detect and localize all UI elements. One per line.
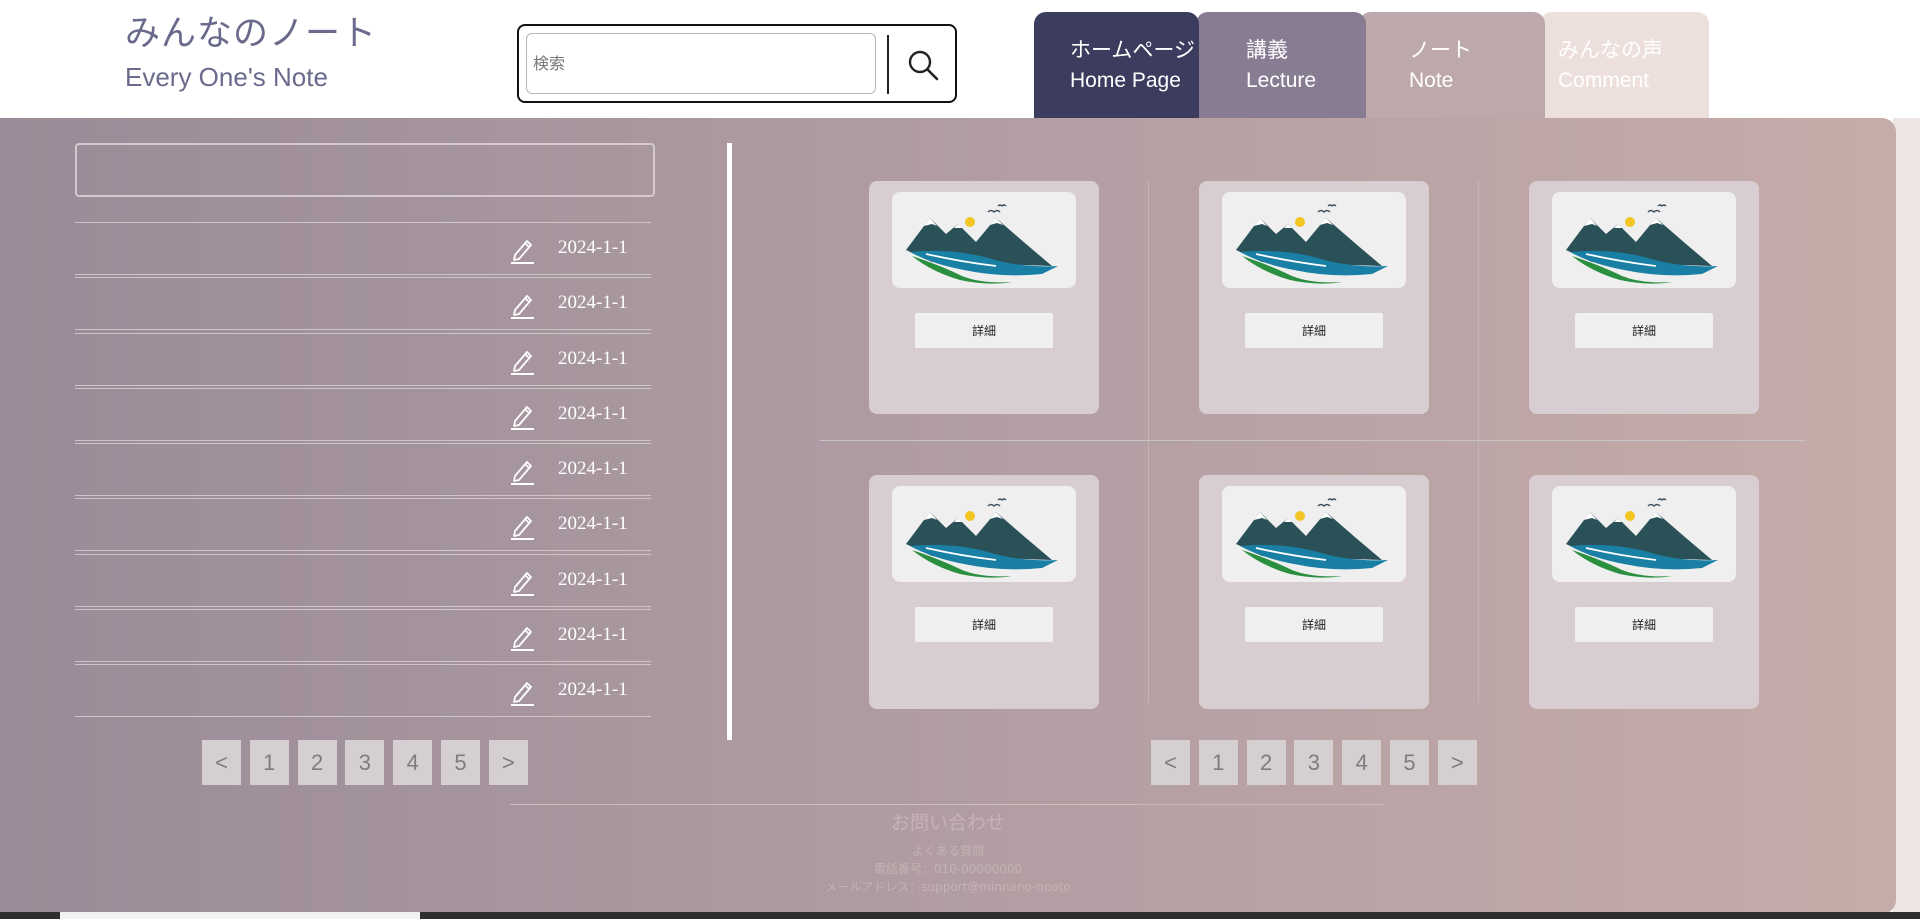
note-card-image[interactable]	[892, 192, 1076, 288]
pencil-icon[interactable]	[509, 236, 535, 264]
footer-faq-link[interactable]: よくある質問	[0, 842, 1896, 859]
pencil-icon[interactable]	[509, 678, 535, 706]
page-button-1[interactable]: 1	[249, 740, 289, 785]
mountain-lake-image	[1236, 498, 1388, 578]
list-item-date: 2024-1-1	[558, 458, 628, 479]
note-card-image[interactable]	[1552, 486, 1736, 582]
note-card: 詳細	[869, 475, 1099, 709]
page-button-4[interactable]: 4	[393, 740, 433, 785]
right-edge-strip	[1893, 118, 1920, 914]
prev-page-button[interactable]: <	[202, 740, 241, 785]
logo-title-en: Every One's Note	[125, 62, 328, 92]
logo-title-jp: みんなのノート	[125, 14, 378, 54]
list-item-date: 2024-1-1	[558, 624, 628, 645]
pencil-icon[interactable]	[509, 402, 535, 430]
tab-lecture[interactable]: 講義 Lecture	[1196, 12, 1366, 119]
grid-divider-vertical	[1148, 180, 1149, 703]
footer-phone: 電話番号：010-00000000	[873, 862, 1023, 876]
list-item-date: 2024-1-1	[558, 403, 628, 424]
list-item-date: 2024-1-1	[558, 569, 628, 590]
page-button-2[interactable]: 2	[297, 740, 337, 785]
note-title-input[interactable]	[75, 143, 655, 197]
note-card: 詳細	[1199, 181, 1429, 414]
page-button-1[interactable]: 1	[1198, 740, 1238, 785]
search-button[interactable]	[894, 35, 952, 94]
detail-button[interactable]: 詳細	[915, 313, 1053, 348]
next-page-button[interactable]: >	[488, 740, 528, 785]
pencil-icon[interactable]	[509, 457, 535, 485]
list-item-date: 2024-1-1	[558, 292, 628, 313]
page-button-3[interactable]: 3	[345, 740, 385, 785]
detail-button[interactable]: 詳細	[1245, 313, 1383, 348]
tab-comment-jp: みんなの声	[1558, 39, 1663, 62]
list-item[interactable]: 2024-1-1	[75, 388, 651, 441]
pencil-icon[interactable]	[509, 623, 535, 651]
prev-page-button[interactable]: <	[1151, 740, 1190, 785]
mountain-lake-image	[906, 498, 1058, 578]
note-card-image[interactable]	[892, 486, 1076, 582]
footer-divider	[510, 804, 1385, 805]
tab-comment-en: Comment	[1558, 69, 1650, 92]
list-item[interactable]: 2024-1-1	[75, 443, 651, 496]
list-item[interactable]: 2024-1-1	[75, 333, 651, 386]
site-logo[interactable]: みんなのノート Every One's Note	[125, 12, 377, 95]
tab-home-page-jp: ホームページ	[1070, 39, 1195, 62]
detail-button[interactable]: 詳細	[1575, 313, 1713, 348]
note-card: 詳細	[1199, 475, 1429, 709]
grid-pagination: <1 2 3 4 5 >	[1151, 740, 1477, 785]
list-item[interactable]: 2024-1-1	[75, 554, 651, 607]
list-item[interactable]: 2024-1-1	[75, 664, 651, 717]
pencil-icon[interactable]	[509, 347, 535, 375]
tab-comment[interactable]: みんなの声 Comment	[1540, 12, 1709, 119]
list-item[interactable]: 2024-1-1	[75, 222, 651, 275]
page-button-5[interactable]: 5	[1390, 740, 1429, 785]
note-card: 詳細	[1529, 475, 1759, 709]
list-pagination: <1 2 3 4 5 >	[202, 740, 528, 785]
search-bar	[517, 24, 957, 103]
page-button-4[interactable]: 4	[1342, 740, 1382, 785]
vertical-divider	[727, 143, 732, 740]
list-item-date: 2024-1-1	[558, 348, 628, 369]
footer-email: メールアドレス：support@minnano-nooto	[825, 880, 1071, 894]
pencil-icon[interactable]	[509, 512, 535, 540]
tab-note-jp: ノート	[1409, 39, 1472, 62]
list-item[interactable]: 2024-1-1	[75, 498, 651, 551]
page-button-2[interactable]: 2	[1246, 740, 1286, 785]
detail-button[interactable]: 詳細	[1575, 607, 1713, 642]
note-card: 詳細	[1529, 181, 1759, 414]
grid-divider-horizontal	[820, 440, 1806, 441]
note-card-image[interactable]	[1222, 486, 1406, 582]
note-card-image[interactable]	[1222, 192, 1406, 288]
tab-lecture-en: Lecture	[1246, 69, 1317, 92]
search-divider	[887, 35, 889, 94]
list-item[interactable]: 2024-1-1	[75, 609, 651, 662]
detail-button[interactable]: 詳細	[915, 607, 1053, 642]
next-page-button[interactable]: >	[1437, 740, 1477, 785]
mountain-lake-image	[1566, 204, 1718, 284]
pencil-icon[interactable]	[509, 568, 535, 596]
mountain-lake-image	[1566, 498, 1718, 578]
footer-contact-title: お問い合わせ	[890, 812, 1005, 834]
mountain-lake-image	[1236, 204, 1388, 284]
note-card-image[interactable]	[1552, 192, 1736, 288]
detail-button[interactable]: 詳細	[1245, 607, 1383, 642]
note-card: 詳細	[869, 181, 1099, 414]
mountain-lake-image	[906, 204, 1058, 284]
search-input[interactable]	[526, 33, 876, 94]
pencil-icon[interactable]	[509, 291, 535, 319]
list-item-date: 2024-1-1	[558, 237, 628, 258]
page-button-5[interactable]: 5	[441, 740, 480, 785]
bottom-bar-segment	[60, 912, 420, 919]
tab-home-page-en: Home Page	[1070, 69, 1181, 92]
page-button-3[interactable]: 3	[1294, 740, 1334, 785]
magnifier-icon	[908, 50, 939, 80]
tab-note-en: Note	[1409, 69, 1454, 92]
tab-home-page[interactable]: ホームページ Home Page	[1034, 12, 1199, 119]
list-item-date: 2024-1-1	[558, 513, 628, 534]
list-item[interactable]: 2024-1-1	[75, 277, 651, 330]
grid-divider-vertical	[1478, 180, 1479, 703]
list-item-date: 2024-1-1	[558, 679, 628, 700]
tab-note[interactable]: ノート Note	[1359, 12, 1545, 119]
tab-lecture-jp: 講義	[1246, 39, 1288, 62]
